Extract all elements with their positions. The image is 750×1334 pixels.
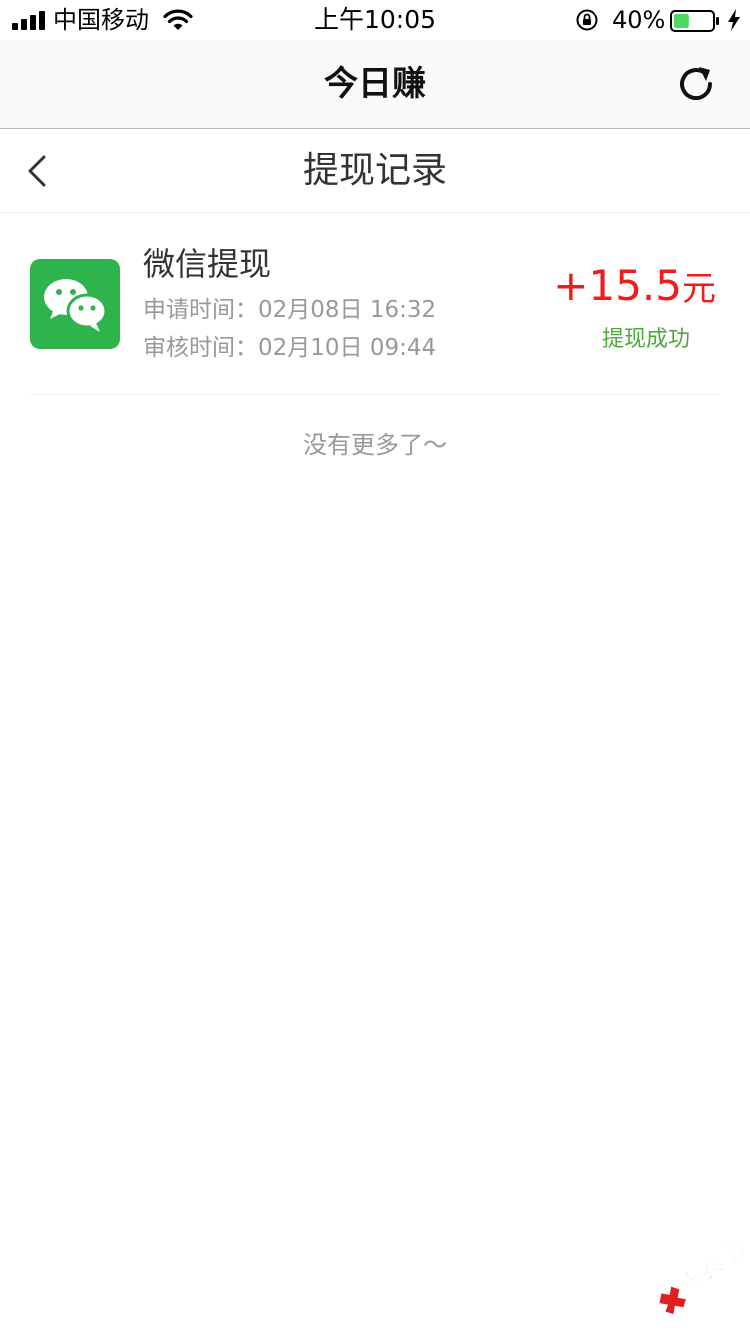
page-header: 提现记录 [0,129,750,213]
battery-icon [670,10,719,32]
watermark-logo: 卡农社区 [657,1240,744,1316]
orientation-lock-icon [576,9,599,31]
no-more-text: 没有更多了～ [303,431,447,459]
withdraw-record-item[interactable]: 微信提现 申请时间：02月08日 16:32 审核时间：02月10日 09:44… [30,230,720,395]
nav-bar: 今日赚 [0,40,750,129]
svg-text:卡农社区: 卡农社区 [676,1240,744,1298]
wechat-icon [30,259,120,349]
status-badge: 提现成功 [601,327,690,352]
review-time-row: 审核时间：02月10日 09:44 [143,332,436,364]
battery-percent: 40% [612,6,666,34]
record-title: 微信提现 [143,245,272,283]
page-title: 提现记录 [302,150,447,191]
record-amount: +15.5元 [553,260,716,315]
status-bar: 中国移动 上午10:05 40% [0,0,750,40]
amount-value: +15.5 [553,261,682,310]
app-title: 今日赚 [324,64,426,104]
apply-time-label: 申请时间： [143,297,258,323]
charging-bolt-icon [728,9,740,31]
amount-unit: 元 [682,269,716,309]
apply-time-value: 02月08日 16:32 [258,297,437,323]
review-time-value: 02月10日 09:44 [258,335,437,361]
refresh-icon[interactable] [674,62,718,106]
apply-time-row: 申请时间：02月08日 16:32 [143,294,436,326]
review-time-label: 审核时间： [143,335,258,361]
